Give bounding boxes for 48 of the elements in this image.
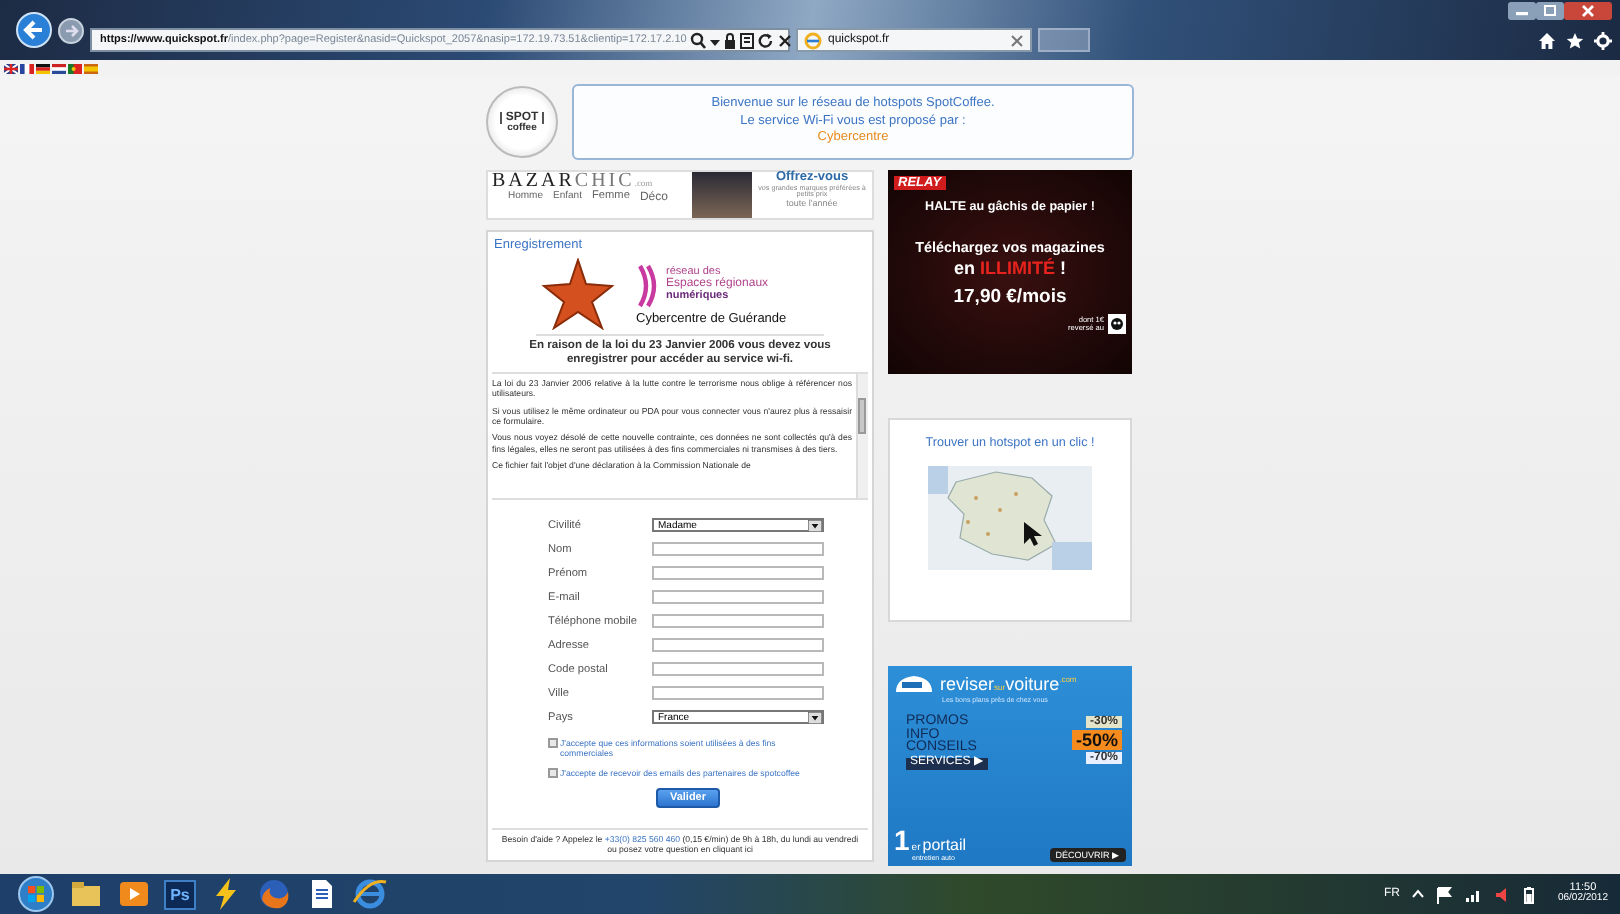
scrollbar[interactable]	[856, 373, 868, 498]
show-hidden-icons-button[interactable]	[1411, 886, 1424, 902]
price-sticker: -50%	[1071, 730, 1122, 750]
checkbox[interactable]	[548, 737, 558, 748]
forward-button[interactable]	[58, 17, 84, 43]
flag-icon[interactable]	[68, 63, 82, 73]
price-text: 17,90 €/mois	[953, 286, 1067, 308]
starfish-icon	[540, 258, 616, 330]
car-icon	[894, 672, 934, 696]
maximize-button[interactable]	[1536, 2, 1564, 20]
home-icon[interactable]	[1538, 32, 1556, 50]
globe-icon[interactable]	[256, 876, 292, 912]
input-field[interactable]	[652, 614, 824, 629]
ie-icon[interactable]	[352, 876, 388, 912]
photoshop-taskbar-button[interactable]: Ps	[164, 879, 196, 909]
folder-icon[interactable]	[68, 876, 104, 912]
flag-icon[interactable]	[52, 63, 66, 73]
input-field[interactable]	[652, 662, 824, 677]
brackets-icon	[636, 263, 660, 307]
close-button[interactable]	[1564, 2, 1612, 20]
start-button[interactable]	[16, 876, 56, 912]
input-field[interactable]	[652, 686, 824, 701]
battery-icon[interactable]	[1523, 885, 1534, 903]
minimize-button[interactable]	[1508, 2, 1536, 20]
settings-icon[interactable]	[1594, 32, 1612, 50]
flag-icon[interactable]	[36, 63, 50, 73]
dropdown-arrow-icon[interactable]	[808, 711, 822, 724]
star-icon[interactable]	[1566, 32, 1584, 50]
input-field[interactable]	[652, 566, 824, 581]
input-field[interactable]	[652, 638, 824, 653]
flag-icon[interactable]	[4, 63, 18, 73]
close-icon[interactable]	[778, 31, 793, 49]
ie-icon	[804, 31, 822, 49]
input-field[interactable]	[652, 590, 824, 605]
lock-icon	[724, 31, 737, 49]
photo-placeholder	[692, 172, 752, 218]
dropdown-arrow-icon[interactable]	[808, 519, 822, 532]
ad-text: en ILLIMITÉ !	[953, 258, 1066, 278]
back-button[interactable]	[16, 12, 52, 48]
search-icon[interactable]	[690, 31, 707, 49]
flag-icon[interactable]	[20, 63, 34, 73]
compatibility-icon[interactable]	[740, 31, 755, 49]
play-icon[interactable]	[116, 876, 152, 912]
speaker-icon[interactable]	[1493, 885, 1512, 903]
refresh-icon[interactable]	[758, 31, 775, 49]
input-field[interactable]	[652, 542, 824, 557]
checkbox[interactable]	[548, 768, 558, 779]
signal-bars-icon[interactable]	[1463, 885, 1482, 903]
